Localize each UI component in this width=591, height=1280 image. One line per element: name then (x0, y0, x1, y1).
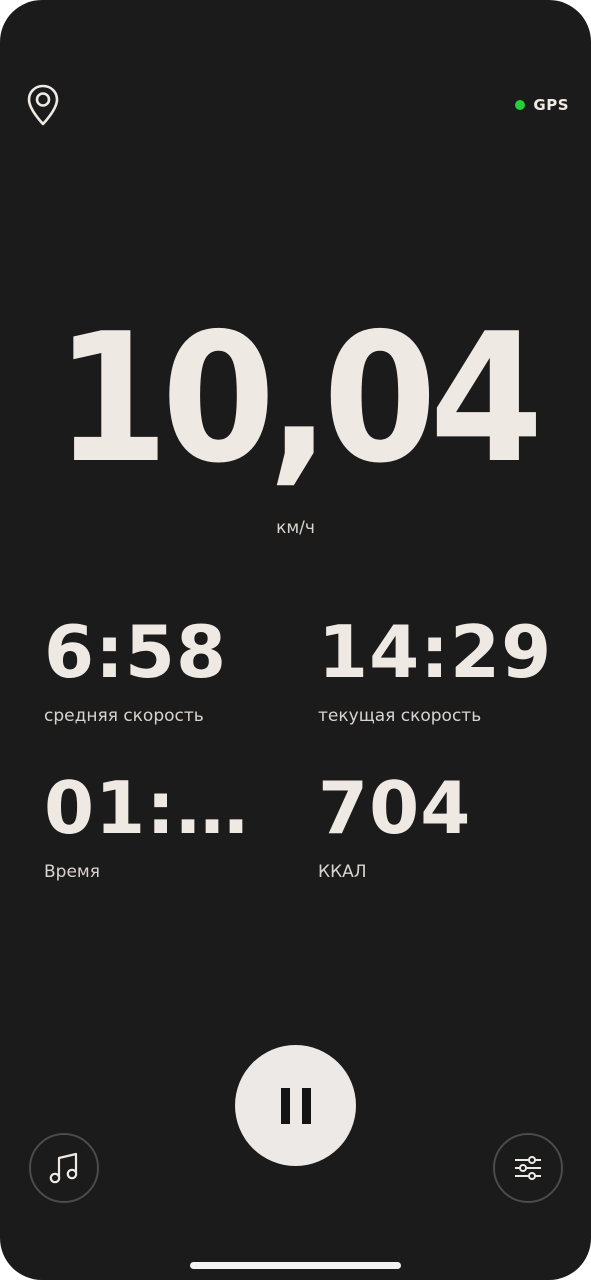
stat-value: 14:29 (318, 610, 553, 694)
stat-value: 01:1... (44, 772, 274, 844)
stat-current-pace: 14:29 текущая скорость (318, 616, 552, 726)
music-note-icon (49, 1152, 78, 1184)
location-button[interactable] (22, 82, 64, 128)
pause-button[interactable] (235, 1045, 356, 1166)
stat-label: текущая скорость (318, 706, 482, 726)
settings-button[interactable] (493, 1133, 563, 1203)
stat-calories: 704 ККАЛ (318, 772, 471, 882)
workout-screen: GPS 10,04 км/ч 6:58 средняя скорость 14:… (0, 0, 591, 1280)
speed-value: 10,04 (54, 295, 544, 502)
home-indicator[interactable] (190, 1262, 401, 1269)
stat-value: 6:58 (44, 610, 228, 694)
speed-unit: км/ч (276, 518, 315, 538)
stat-average-pace: 6:58 средняя скорость (44, 616, 227, 726)
stat-label: средняя скорость (44, 706, 204, 726)
stat-label: ККАЛ (318, 862, 367, 882)
pause-icon (280, 1087, 311, 1124)
map-pin-icon (27, 84, 59, 126)
gps-status-dot (515, 100, 526, 110)
music-button[interactable] (29, 1133, 99, 1203)
stat-label: Время (44, 862, 100, 882)
stat-value: 704 (318, 766, 472, 850)
stat-time: 01:1... Время (44, 772, 274, 882)
gps-status: GPS (515, 96, 569, 114)
sliders-icon (515, 1156, 541, 1180)
gps-label: GPS (533, 96, 569, 114)
